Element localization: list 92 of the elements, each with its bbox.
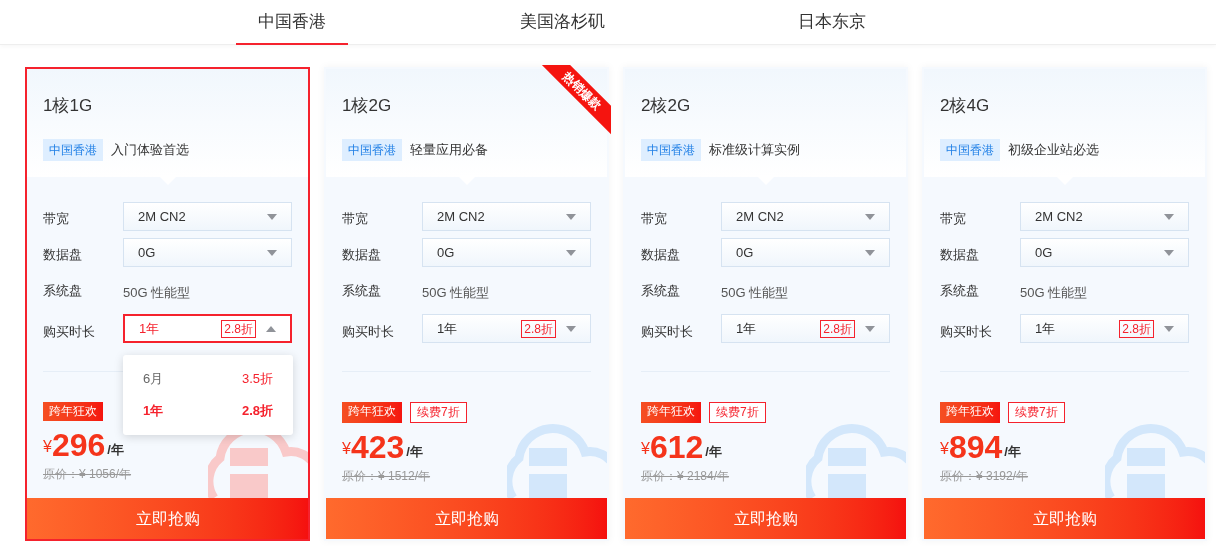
field-label: 带宽	[641, 209, 668, 228]
currency-sign: ¥	[43, 438, 52, 455]
duration-select[interactable]: 1年 2.8折	[422, 314, 591, 343]
select-field[interactable]: 2M CN2	[1020, 202, 1189, 231]
field-label: 系统盘	[940, 281, 980, 300]
promo-tag: 跨年狂欢	[641, 402, 701, 423]
field-label: 带宽	[940, 209, 967, 228]
price: 423	[350, 429, 405, 465]
region-tag: 中国香港	[641, 138, 701, 161]
plan-title: 2核2G	[641, 95, 691, 117]
field-label: 数据盘	[43, 245, 83, 264]
price-unit: /年	[1004, 442, 1021, 461]
price: 894	[948, 429, 1003, 465]
field-label: 购买时长	[940, 322, 993, 341]
promo-tag: 续费7折	[709, 402, 766, 423]
field-label: 系统盘	[641, 281, 681, 300]
select-field[interactable]: 0G	[422, 238, 591, 267]
price-unit: /年	[406, 442, 423, 461]
caret-icon	[566, 249, 576, 256]
field-value: 50G 性能型	[721, 283, 789, 302]
duration-value: 1年	[1035, 319, 1057, 338]
select-field[interactable]: 2M CN2	[422, 202, 591, 231]
plan-title: 2核4G	[940, 95, 990, 117]
plan-title: 1核2G	[342, 95, 392, 117]
caret-icon	[865, 213, 875, 220]
duration-select[interactable]: 1年 2.8折	[1020, 314, 1189, 343]
plan-slogan: 初级企业站必选	[1008, 140, 1099, 159]
field-value: 50G 性能型	[1020, 283, 1088, 302]
currency-sign: ¥	[342, 440, 351, 457]
discount-tag: 2.8折	[1119, 319, 1154, 338]
original-price: 原价：¥ 1056/年	[43, 466, 133, 483]
currency-sign: ¥	[940, 440, 949, 457]
promo-tag: 跨年狂欢	[940, 402, 1000, 423]
field-label: 数据盘	[641, 245, 681, 264]
discount-tag: 2.8折	[521, 319, 556, 338]
caret-icon	[566, 325, 576, 332]
caret-icon	[267, 249, 277, 256]
field-label: 数据盘	[342, 245, 382, 264]
caret-icon	[566, 213, 576, 220]
original-price: 原价：¥ 1512/年	[342, 468, 432, 485]
duration-value: 1年	[139, 319, 161, 338]
caret-icon	[865, 325, 875, 332]
region-tab[interactable]: 日本东京	[776, 0, 888, 45]
region-tab[interactable]: 中国香港	[236, 0, 348, 45]
caret-icon	[266, 325, 276, 332]
plan-slogan: 轻量应用必备	[410, 140, 488, 159]
field-label: 购买时长	[342, 322, 395, 341]
region-tag: 中国香港	[342, 138, 402, 161]
promo-tag: 跨年狂欢	[342, 402, 402, 423]
field-label: 系统盘	[43, 281, 83, 300]
region-tab[interactable]: 美国洛杉矶	[506, 0, 618, 45]
currency-sign: ¥	[641, 440, 650, 457]
region-tag: 中国香港	[43, 138, 103, 161]
duration-value: 1年	[437, 319, 459, 338]
select-field[interactable]: 0G	[123, 238, 292, 267]
select-field[interactable]: 0G	[1020, 238, 1189, 267]
duration-select[interactable]: 1年 2.8折	[721, 314, 890, 343]
price-unit: /年	[107, 440, 124, 459]
dropdown-option[interactable]: 6月 3.5折	[123, 363, 293, 395]
original-price: 原价：¥ 2184/年	[641, 468, 731, 485]
caret-icon	[1164, 249, 1174, 256]
plan-slogan: 入门体验首选	[111, 140, 189, 159]
field-value: 50G 性能型	[123, 283, 191, 302]
field-label: 数据盘	[940, 245, 980, 264]
plan-title: 1核1G	[43, 95, 93, 117]
select-field[interactable]: 2M CN2	[123, 202, 292, 231]
caret-icon	[865, 249, 875, 256]
plan-slogan: 标准级计算实例	[709, 140, 800, 159]
caret-icon	[267, 213, 277, 220]
field-label: 带宽	[43, 209, 70, 228]
caret-icon	[1164, 325, 1174, 332]
field-value: 50G 性能型	[422, 283, 490, 302]
field-label: 系统盘	[342, 281, 382, 300]
original-price: 原价：¥ 3192/年	[940, 468, 1030, 485]
field-label: 购买时长	[641, 322, 694, 341]
duration-select[interactable]: 1年 2.8折	[123, 314, 292, 343]
promo-tag: 续费7折	[410, 402, 467, 423]
discount-tag: 2.8折	[221, 319, 256, 338]
field-label: 带宽	[342, 209, 369, 228]
promo-tag: 跨年狂欢	[43, 402, 103, 421]
price: 296	[51, 427, 106, 463]
price-unit: /年	[705, 442, 722, 461]
promo-tag: 续费7折	[1008, 402, 1065, 423]
select-field[interactable]: 2M CN2	[721, 202, 890, 231]
duration-value: 1年	[736, 319, 758, 338]
discount-tag: 2.8折	[820, 319, 855, 338]
dropdown-option[interactable]: 1年 2.8折	[123, 395, 293, 427]
select-field[interactable]: 0G	[721, 238, 890, 267]
region-tag: 中国香港	[940, 138, 1000, 161]
caret-icon	[1164, 213, 1174, 220]
field-label: 购买时长	[43, 322, 96, 341]
price: 612	[649, 429, 704, 465]
